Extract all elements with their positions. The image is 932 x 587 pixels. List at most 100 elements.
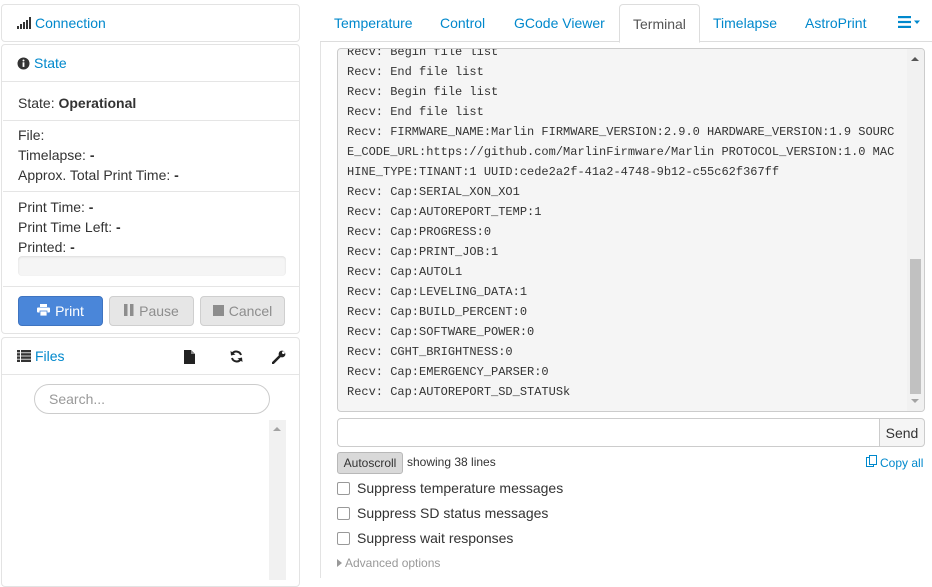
divider <box>3 191 300 192</box>
advanced-options-label: Advanced options <box>345 556 441 570</box>
files-title[interactable]: Files <box>35 348 65 364</box>
info-circle-icon <box>17 57 30 70</box>
files-search-input[interactable]: Search... <box>34 384 270 414</box>
cancel-button[interactable]: Cancel <box>200 296 285 326</box>
main-tabs: Temperature Control GCode Viewer Termina… <box>320 0 932 43</box>
copy-all-label: Copy all <box>880 455 924 470</box>
pause-icon <box>124 303 134 319</box>
terminal-lines: Recv: Begin file list Recv: End file list… <box>347 48 907 402</box>
terminal-line: Recv: Cap:LEVELING_DATA:1 <box>347 285 528 299</box>
terminal-line: HINE_TYPE:TINANT:1 UUID:cede2a2f-41a2-47… <box>347 165 780 179</box>
suppress-wait-label: Suppress wait responses <box>357 530 514 546</box>
print-time-label: Print Time: <box>18 199 85 215</box>
copy-icon <box>866 455 877 470</box>
print-time-line: Print Time: - <box>18 199 93 215</box>
terminal-line: E_CODE_URL:https://github.com/MarlinFirm… <box>347 145 895 159</box>
terminal-line: Recv: Begin file list <box>347 85 499 99</box>
terminal-line: Recv: Cap:PRINT_JOB:1 <box>347 245 499 259</box>
state-title[interactable]: State <box>34 55 67 71</box>
state-line: State: Operational <box>18 95 136 111</box>
approx-time-line: Approx. Total Print Time: - <box>18 167 179 183</box>
suppress-temperature-checkbox[interactable] <box>337 481 350 495</box>
print-button[interactable]: Print <box>18 296 103 326</box>
tabs-overflow-menu[interactable] <box>885 4 932 42</box>
tab-temperature[interactable]: Temperature <box>321 4 426 42</box>
suppress-sd-checkbox[interactable] <box>337 506 350 520</box>
connection-header[interactable]: Connection <box>2 5 299 41</box>
caret-right-icon <box>337 556 342 570</box>
terminal-scrollbar[interactable] <box>907 49 924 411</box>
terminal-line: Recv: Cap:EMERGENCY_PARSER:0 <box>347 365 549 379</box>
wrench-icon[interactable] <box>272 338 286 375</box>
tab-terminal[interactable]: Terminal <box>619 4 700 43</box>
approx-time-label: Approx. Total Print Time: <box>18 167 171 183</box>
suppress-temperature-label: Suppress temperature messages <box>357 480 564 496</box>
tab-gcode-viewer[interactable]: GCode Viewer <box>501 4 618 42</box>
terminal-line: Recv: Cap:AUTOREPORT_SD_STATUSk <box>347 385 571 399</box>
autoscroll-button[interactable]: Autoscroll <box>337 452 403 474</box>
divider <box>3 286 300 287</box>
print-button-label: Print <box>55 303 84 319</box>
suppress-wait-checkbox[interactable] <box>337 531 350 545</box>
pause-button[interactable]: Pause <box>109 296 194 326</box>
terminal-line: Recv: FIRMWARE_NAME:Marlin FIRMWARE_VERS… <box>347 125 895 139</box>
approx-time-value: - <box>174 167 179 183</box>
cancel-button-label: Cancel <box>228 303 273 319</box>
print-time-left-label: Print Time Left: <box>18 219 113 235</box>
state-panel: State State: Operational File: Timelapse… <box>1 44 300 334</box>
tab-astroprint[interactable]: AstroPrint <box>792 4 879 42</box>
line-count-text: showing 38 lines <box>407 455 496 469</box>
file-line: File: <box>18 127 44 143</box>
printed-line: Printed: - <box>18 239 75 255</box>
file-icon[interactable] <box>184 338 195 375</box>
state-header[interactable]: State <box>2 45 299 82</box>
hamburger-icon <box>898 15 920 31</box>
file-label: File: <box>18 127 45 143</box>
suppress-wait-option[interactable]: Suppress wait responses <box>337 530 513 546</box>
files-panel: Files Search... <box>1 337 300 587</box>
advanced-options-toggle[interactable]: Advanced options <box>337 556 440 570</box>
terminal-line: Recv: Cap:AUTOREPORT_TEMP:1 <box>347 205 542 219</box>
refresh-icon[interactable] <box>230 338 243 375</box>
connection-panel: Connection <box>1 4 300 42</box>
connection-title[interactable]: Connection <box>35 15 106 31</box>
timelapse-label: Timelapse: <box>18 147 86 163</box>
printer-icon <box>37 303 51 319</box>
terminal-line: Recv: Cap:BUILD_PERCENT:0 <box>347 305 528 319</box>
send-button[interactable]: Send <box>879 418 925 447</box>
divider <box>3 120 300 121</box>
files-scrollbar[interactable] <box>269 420 286 580</box>
print-time-left-value: - <box>116 219 121 235</box>
copy-all-link[interactable]: Copy all <box>866 455 923 470</box>
print-progress-bar <box>18 256 286 276</box>
scroll-up-arrow-icon[interactable] <box>911 57 919 61</box>
terminal-line: Recv: Cap:AUTOL1 <box>347 265 463 279</box>
files-header[interactable]: Files <box>2 338 299 375</box>
tab-timelapse[interactable]: Timelapse <box>700 4 790 42</box>
tab-control[interactable]: Control <box>427 4 498 42</box>
scroll-down-arrow-icon[interactable] <box>911 399 919 403</box>
terminal-line: Recv: Cap:PROGRESS:0 <box>347 225 492 239</box>
terminal-command-input[interactable] <box>337 418 880 447</box>
terminal-output[interactable]: Recv: Begin file list Recv: End file list… <box>337 48 925 412</box>
state-label: State: <box>18 95 55 111</box>
terminal-line: Recv: Cap:SOFTWARE_POWER:0 <box>347 325 535 339</box>
stop-icon <box>212 303 224 319</box>
terminal-line: Recv: CGHT_BRIGHTNESS:0 <box>347 345 513 359</box>
print-time-left-line: Print Time Left: - <box>18 219 121 235</box>
print-time-value: - <box>88 199 94 215</box>
terminal-line: Recv: End file list <box>347 65 484 79</box>
scroll-up-arrow-icon[interactable] <box>273 427 281 431</box>
state-value: Operational <box>58 95 137 111</box>
suppress-temperature-option[interactable]: Suppress temperature messages <box>337 480 563 496</box>
list-icon <box>17 350 31 362</box>
terminal-line: Recv: End file list <box>347 105 484 119</box>
timelapse-value: - <box>89 147 95 163</box>
terminal-scroll-thumb[interactable] <box>910 259 921 394</box>
suppress-sd-label: Suppress SD status messages <box>357 505 549 521</box>
terminal-line: Recv: Begin file list <box>347 48 499 59</box>
suppress-sd-option[interactable]: Suppress SD status messages <box>337 505 548 521</box>
terminal-line: Recv: Cap:SERIAL_XON_XO1 <box>347 185 520 199</box>
signal-icon <box>17 17 31 29</box>
pause-button-label: Pause <box>139 303 179 319</box>
